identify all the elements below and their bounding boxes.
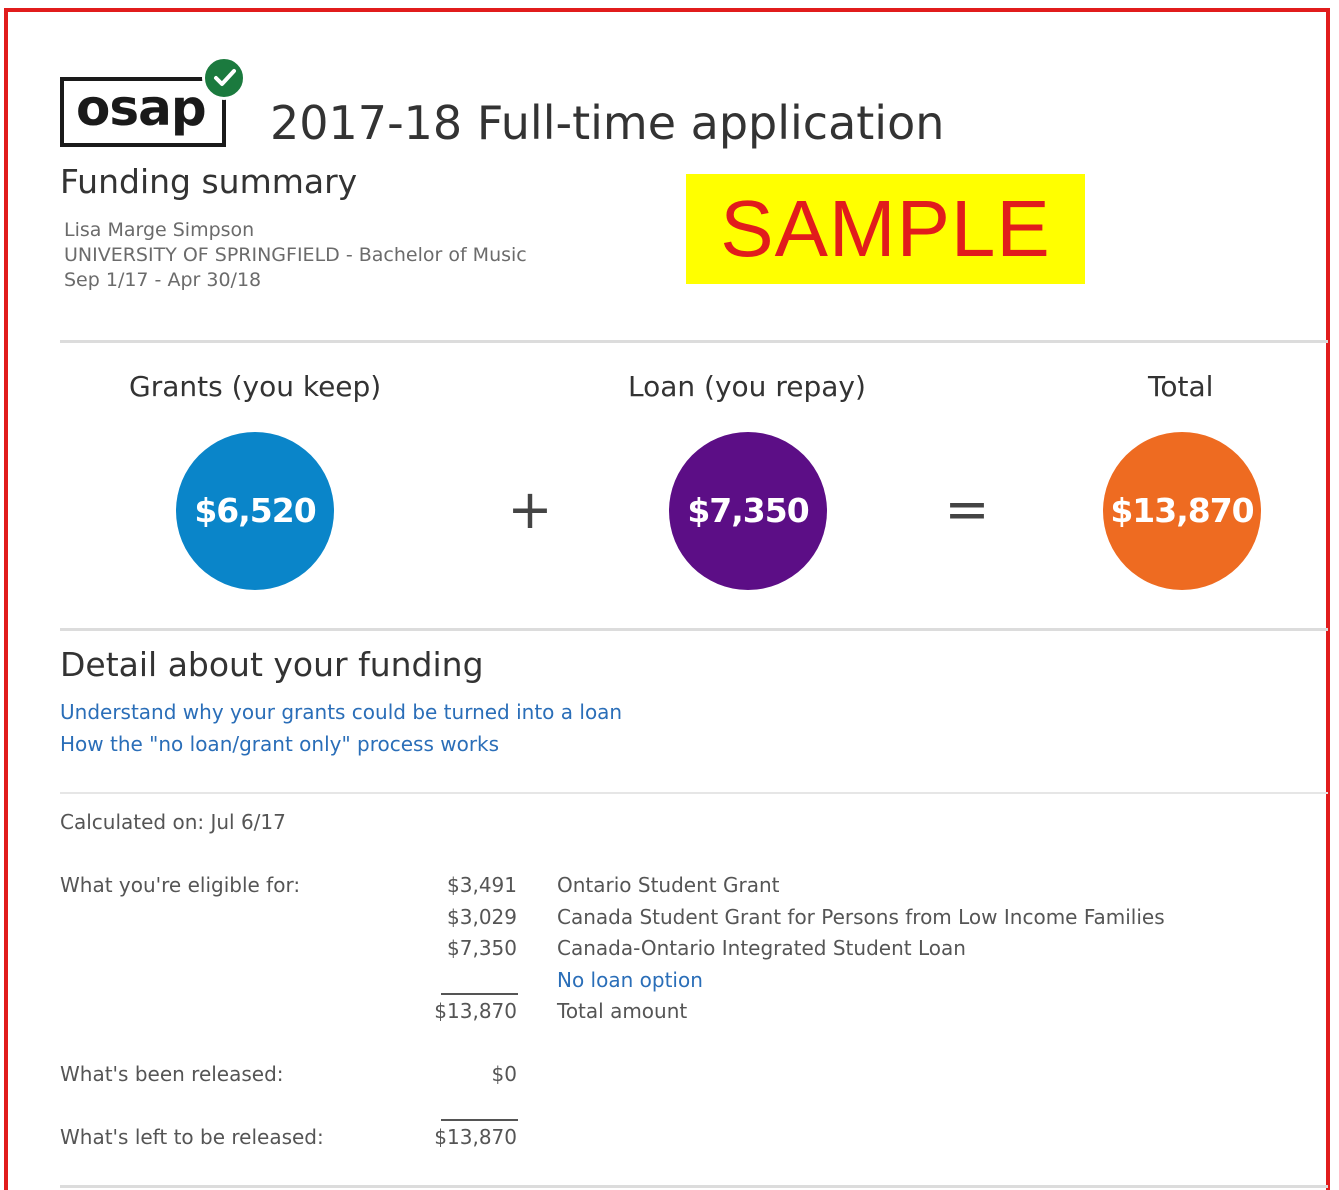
sample-watermark: SAMPLE bbox=[686, 174, 1085, 284]
plus-icon: + bbox=[507, 478, 553, 541]
eligible-description: Ontario Student Grant bbox=[557, 873, 780, 897]
calculated-on: Calculated on: Jul 6/17 bbox=[60, 810, 286, 834]
grants-amount-circle: $6,520 bbox=[176, 432, 334, 590]
divider bbox=[60, 1185, 1328, 1188]
eligible-amount: $7,350 bbox=[447, 936, 517, 960]
equals-icon: = bbox=[944, 478, 990, 541]
left-to-release-label: What's left to be released: bbox=[60, 1125, 324, 1149]
application-title: 2017-18 Full-time application bbox=[270, 96, 945, 150]
divider bbox=[60, 628, 1328, 631]
released-label: What's been released: bbox=[60, 1062, 284, 1086]
funding-summary-title: Funding summary bbox=[60, 162, 358, 201]
grants-label: Grants (you keep) bbox=[129, 370, 382, 403]
eligible-description: Canada Student Grant for Persons from Lo… bbox=[557, 905, 1165, 929]
no-loan-process-link[interactable]: How the "no loan/grant only" process wor… bbox=[60, 732, 499, 756]
no-loan-option-link[interactable]: No loan option bbox=[557, 968, 703, 992]
loan-label: Loan (you repay) bbox=[628, 370, 866, 403]
loan-amount-circle: $7,350 bbox=[669, 432, 827, 590]
student-info: Lisa Marge Simpson UNIVERSITY OF SPRINGF… bbox=[64, 218, 527, 293]
sum-line bbox=[441, 1119, 518, 1121]
total-amount-circle: $13,870 bbox=[1103, 432, 1261, 590]
student-name: Lisa Marge Simpson bbox=[64, 219, 255, 241]
program-name: UNIVERSITY OF SPRINGFIELD - Bachelor of … bbox=[64, 244, 527, 266]
eligible-amount: $3,029 bbox=[447, 905, 517, 929]
total-label: Total bbox=[1148, 370, 1214, 403]
total-amount-value: $13,870 bbox=[434, 999, 517, 1023]
checkmark-icon bbox=[202, 56, 246, 100]
detail-title: Detail about your funding bbox=[60, 645, 484, 684]
total-amount-label: Total amount bbox=[557, 999, 688, 1023]
study-period: Sep 1/17 - Apr 30/18 bbox=[64, 269, 262, 291]
eligible-amount: $3,491 bbox=[447, 873, 517, 897]
released-amount: $0 bbox=[491, 1062, 517, 1086]
eligible-label: What you're eligible for: bbox=[60, 873, 301, 897]
divider bbox=[60, 340, 1328, 343]
eligible-description: Canada-Ontario Integrated Student Loan bbox=[557, 936, 966, 960]
sum-line bbox=[441, 993, 518, 995]
grants-to-loan-link[interactable]: Understand why your grants could be turn… bbox=[60, 700, 622, 724]
left-to-release-amount: $13,870 bbox=[434, 1125, 517, 1149]
divider bbox=[60, 792, 1328, 794]
osap-logo: osap bbox=[60, 77, 226, 147]
